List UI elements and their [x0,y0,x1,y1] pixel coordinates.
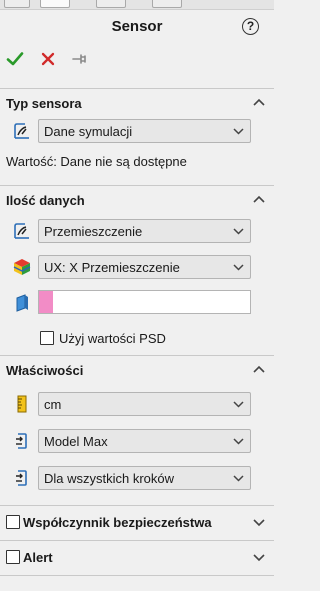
section-title: Alert [23,550,53,565]
criterion-dropdown[interactable]: Model Max [38,429,251,453]
result-cube-icon [13,259,31,275]
unit-dropdown[interactable]: cm [38,392,251,416]
steps-dropdown[interactable]: Dla wszystkich kroków [38,466,251,490]
quantity-dropdown[interactable]: Przemieszczenie [38,219,251,243]
section-data-quantity: Ilość danych Przemieszczenie UX: X Przem… [0,185,274,355]
property-manager-tabs [0,0,274,10]
selection-box[interactable] [38,290,251,314]
section-header-sensor-type[interactable]: Typ sensora [0,89,274,115]
section-header-data-quantity[interactable]: Ilość danych [0,186,274,212]
section-title: Ilość danych [6,193,85,208]
section-safety-factor[interactable]: Współczynnik bezpieczeństwa [0,505,274,540]
section-header-properties[interactable]: Właściwości [0,356,274,382]
help-icon[interactable]: ? [242,18,259,35]
dropdown-value: Dla wszystkich kroków [44,471,175,486]
criterion-icon [16,433,27,449]
chevron-down-icon[interactable] [252,518,266,528]
psd-checkbox[interactable] [40,331,54,345]
green-check-icon[interactable] [6,50,24,68]
sensor-type-dropdown[interactable]: Dane symulacji [38,119,251,143]
tab-feature-manager[interactable] [4,0,30,8]
component-dropdown[interactable]: UX: X Przemieszczenie [38,255,251,279]
section-sensor-type: Typ sensora Dane symulacji Wartość: Dane… [0,88,274,185]
chevron-up-icon[interactable] [252,97,266,107]
chevron-down-icon [233,128,244,135]
tab-property-manager[interactable] [40,0,70,8]
pushpin-icon[interactable] [71,50,89,68]
chevron-down-icon[interactable] [252,553,266,563]
red-x-icon[interactable] [39,50,57,68]
ruler-icon [17,395,27,413]
chevron-down-icon [233,438,244,445]
chevron-up-icon[interactable] [252,364,266,374]
sensor-gauge-icon [14,223,29,239]
psd-checkbox-label: Użyj wartości PSD [59,331,166,346]
dropdown-value: cm [44,397,62,412]
dropdown-value: Dane symulacji [44,124,133,139]
chevron-down-icon [233,264,244,271]
chevron-down-icon [233,228,244,235]
selection-color-swatch [39,291,53,313]
face-selection-icon [16,294,28,312]
dropdown-value: UX: X Przemieszczenie [44,260,180,275]
tab-configuration-manager[interactable] [96,0,126,8]
chevron-up-icon[interactable] [252,194,266,204]
safety-factor-checkbox[interactable] [6,515,20,529]
section-properties: Właściwości cm Model Max Dla wszystkich … [0,355,274,505]
section-title: Właściwości [6,363,84,378]
sensor-gauge-icon [14,123,29,139]
section-title: Typ sensora [6,96,82,111]
panel-header: Sensor ? [0,10,274,88]
alert-checkbox[interactable] [6,550,20,564]
dropdown-value: Model Max [44,434,108,449]
tab-dim-expert[interactable] [152,0,182,8]
panel-bottom [0,575,274,591]
panel-title: Sensor [111,18,163,35]
section-alert[interactable]: Alert [0,540,274,575]
chevron-down-icon [233,475,244,482]
step-criterion-icon [16,470,27,486]
sensor-value-text: Wartość: Dane nie są dostępne [6,154,187,169]
section-title: Współczynnik bezpieczeństwa [23,515,212,530]
dropdown-value: Przemieszczenie [44,224,143,239]
chevron-down-icon [233,401,244,408]
